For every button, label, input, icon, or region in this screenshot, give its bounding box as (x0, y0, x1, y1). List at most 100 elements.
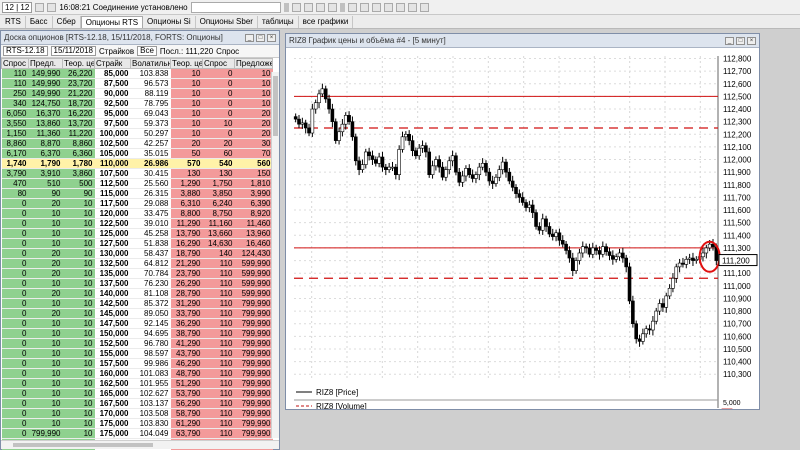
call-bid-cell[interactable]: 3,790 (1, 168, 29, 179)
call-theor-cell[interactable]: 10 (62, 308, 95, 319)
put-bid-cell[interactable]: 10 (202, 118, 235, 129)
call-bid-cell[interactable]: 0 (1, 238, 29, 249)
put-theor-cell[interactable]: 10 (170, 68, 203, 79)
table-row[interactable]: 1,740 1,790 1,780 110,000 26.986 570 540 560 (1, 158, 273, 169)
table-row[interactable]: 0 10 10 155,000 98.597 43,790 110 799,990 (1, 348, 273, 359)
tab-all-charts[interactable]: все графики (299, 16, 354, 28)
tab-options-sber[interactable]: Опционы Sber (196, 16, 258, 28)
volatility-cell[interactable]: 96.573 (130, 78, 171, 89)
put-bid-cell[interactable]: 0 (202, 78, 235, 89)
put-bid-cell[interactable]: 0 (202, 68, 235, 79)
table-row[interactable]: 0 10 10 165,000 102.627 53,790 110 799,990 (1, 388, 273, 399)
volatility-cell[interactable]: 102.627 (130, 388, 171, 399)
put-ask-cell[interactable]: 799,990 (234, 308, 273, 319)
toolbar-button[interactable] (383, 2, 393, 12)
put-ask-cell[interactable]: 10 (234, 98, 273, 109)
put-bid-cell[interactable]: 110 (202, 258, 235, 269)
put-bid-cell[interactable]: 110 (202, 308, 235, 319)
strike-cell[interactable]: 117,500 (94, 198, 131, 209)
put-theor-cell[interactable]: 53,790 (170, 388, 203, 399)
counter-field[interactable]: 12 | 12 (2, 1, 33, 13)
series-select[interactable]: RTS-12.18 (3, 46, 48, 56)
call-bid-cell[interactable]: 0 (1, 308, 29, 319)
volatility-cell[interactable]: 99.986 (130, 358, 171, 369)
strike-cell[interactable]: 155,000 (94, 348, 131, 359)
call-theor-cell[interactable]: 10 (62, 358, 95, 369)
put-bid-cell[interactable]: 110 (202, 328, 235, 339)
put-theor-cell[interactable]: 16,290 (170, 238, 203, 249)
call-theor-cell[interactable]: 26,220 (62, 68, 95, 79)
put-theor-cell[interactable]: 11,290 (170, 218, 203, 229)
call-theor-cell[interactable]: 10 (62, 288, 95, 299)
call-theor-cell[interactable]: 10 (62, 428, 95, 439)
toolbar-button[interactable] (347, 2, 357, 12)
table-row[interactable]: 0 10 10 142,500 85.372 31,290 110 799,990 (1, 298, 273, 309)
put-bid-cell[interactable]: 110 (202, 428, 235, 439)
close-icon[interactable]: × (267, 33, 276, 42)
toolbar-button[interactable] (47, 2, 57, 12)
put-ask-cell[interactable]: 799,990 (234, 388, 273, 399)
call-bid-cell[interactable]: 340 (1, 98, 29, 109)
put-bid-cell[interactable]: 110 (202, 298, 235, 309)
call-theor-cell[interactable]: 10 (62, 338, 95, 349)
call-bid-cell[interactable]: 0 (1, 398, 29, 409)
call-theor-cell[interactable]: 10 (62, 378, 95, 389)
call-bid-cell[interactable]: 0 (1, 218, 29, 229)
call-ask-cell[interactable]: 1,790 (28, 158, 63, 169)
maximize-icon[interactable]: □ (736, 36, 745, 45)
volatility-cell[interactable]: 81.108 (130, 288, 171, 299)
scroll-thumb[interactable] (273, 76, 278, 136)
put-theor-cell[interactable]: 51,290 (170, 378, 203, 389)
call-ask-cell[interactable]: 10 (28, 338, 63, 349)
put-ask-cell[interactable]: 16,460 (234, 238, 273, 249)
call-theor-cell[interactable]: 1,780 (62, 158, 95, 169)
call-theor-cell[interactable]: 10 (62, 268, 95, 279)
call-bid-cell[interactable]: 250 (1, 88, 29, 99)
put-theor-cell[interactable]: 1,290 (170, 178, 203, 189)
strike-cell[interactable]: 142,500 (94, 298, 131, 309)
put-ask-cell[interactable]: 13,960 (234, 228, 273, 239)
put-ask-cell[interactable]: 799,990 (234, 428, 273, 439)
put-bid-cell[interactable]: 14,630 (202, 238, 235, 249)
put-theor-cell[interactable]: 28,790 (170, 288, 203, 299)
table-row[interactable]: 8,860 8,870 8,860 102,500 42.257 20 20 30 (1, 138, 273, 149)
strike-cell[interactable]: 95,000 (94, 108, 131, 119)
call-ask-cell[interactable]: 10 (28, 388, 63, 399)
table-row[interactable]: 0 20 10 140,000 81.108 28,790 110 599,990 (1, 288, 273, 299)
call-bid-cell[interactable]: 110 (1, 68, 29, 79)
tab-tables[interactable]: таблицы (258, 16, 299, 28)
strike-cell[interactable]: 137,500 (94, 278, 131, 289)
volatility-cell[interactable]: 70.784 (130, 268, 171, 279)
put-ask-cell[interactable]: 799,990 (234, 358, 273, 369)
table-row[interactable]: 0 10 10 147,500 92.145 36,290 110 799,990 (1, 318, 273, 329)
call-theor-cell[interactable]: 3,860 (62, 168, 95, 179)
table-row[interactable]: 0 10 10 167,500 103.137 56,290 110 799,990 (1, 398, 273, 409)
put-ask-cell[interactable]: 799,990 (234, 408, 273, 419)
call-ask-cell[interactable]: 10 (28, 238, 63, 249)
put-ask-cell[interactable]: 599,990 (234, 258, 273, 269)
toolbar-dropdown[interactable] (190, 1, 281, 13)
call-theor-cell[interactable]: 10 (62, 258, 95, 269)
put-ask-cell[interactable]: 20 (234, 118, 273, 129)
table-row[interactable]: 0 10 10 150,000 94.695 38,790 110 799,990 (1, 328, 273, 339)
call-theor-cell[interactable]: 10 (62, 238, 95, 249)
put-ask-cell[interactable]: 799,990 (234, 338, 273, 349)
call-theor-cell[interactable]: 10 (62, 318, 95, 329)
volatility-cell[interactable]: 98.597 (130, 348, 171, 359)
volatility-cell[interactable]: 25.560 (130, 178, 171, 189)
volatility-cell[interactable]: 103.137 (130, 398, 171, 409)
put-theor-cell[interactable]: 21,290 (170, 258, 203, 269)
table-row[interactable]: 0 10 10 125,000 45.258 13,790 13,660 13,960 (1, 228, 273, 239)
call-bid-cell[interactable]: 0 (1, 428, 29, 439)
call-bid-cell[interactable]: 0 (1, 258, 29, 269)
call-ask-cell[interactable]: 10 (28, 298, 63, 309)
put-ask-cell[interactable]: 6,390 (234, 198, 273, 209)
toolbar-button[interactable] (315, 2, 325, 12)
strike-cell[interactable]: 97,500 (94, 118, 131, 129)
volatility-cell[interactable]: 33.475 (130, 208, 171, 219)
call-bid-cell[interactable]: 0 (1, 268, 29, 279)
maximize-icon[interactable]: □ (256, 33, 265, 42)
put-theor-cell[interactable]: 50 (170, 148, 203, 159)
table-row[interactable]: 0 10 10 160,000 101.083 48,790 110 799,990 (1, 368, 273, 379)
column-header[interactable]: Спрос (1, 58, 29, 69)
